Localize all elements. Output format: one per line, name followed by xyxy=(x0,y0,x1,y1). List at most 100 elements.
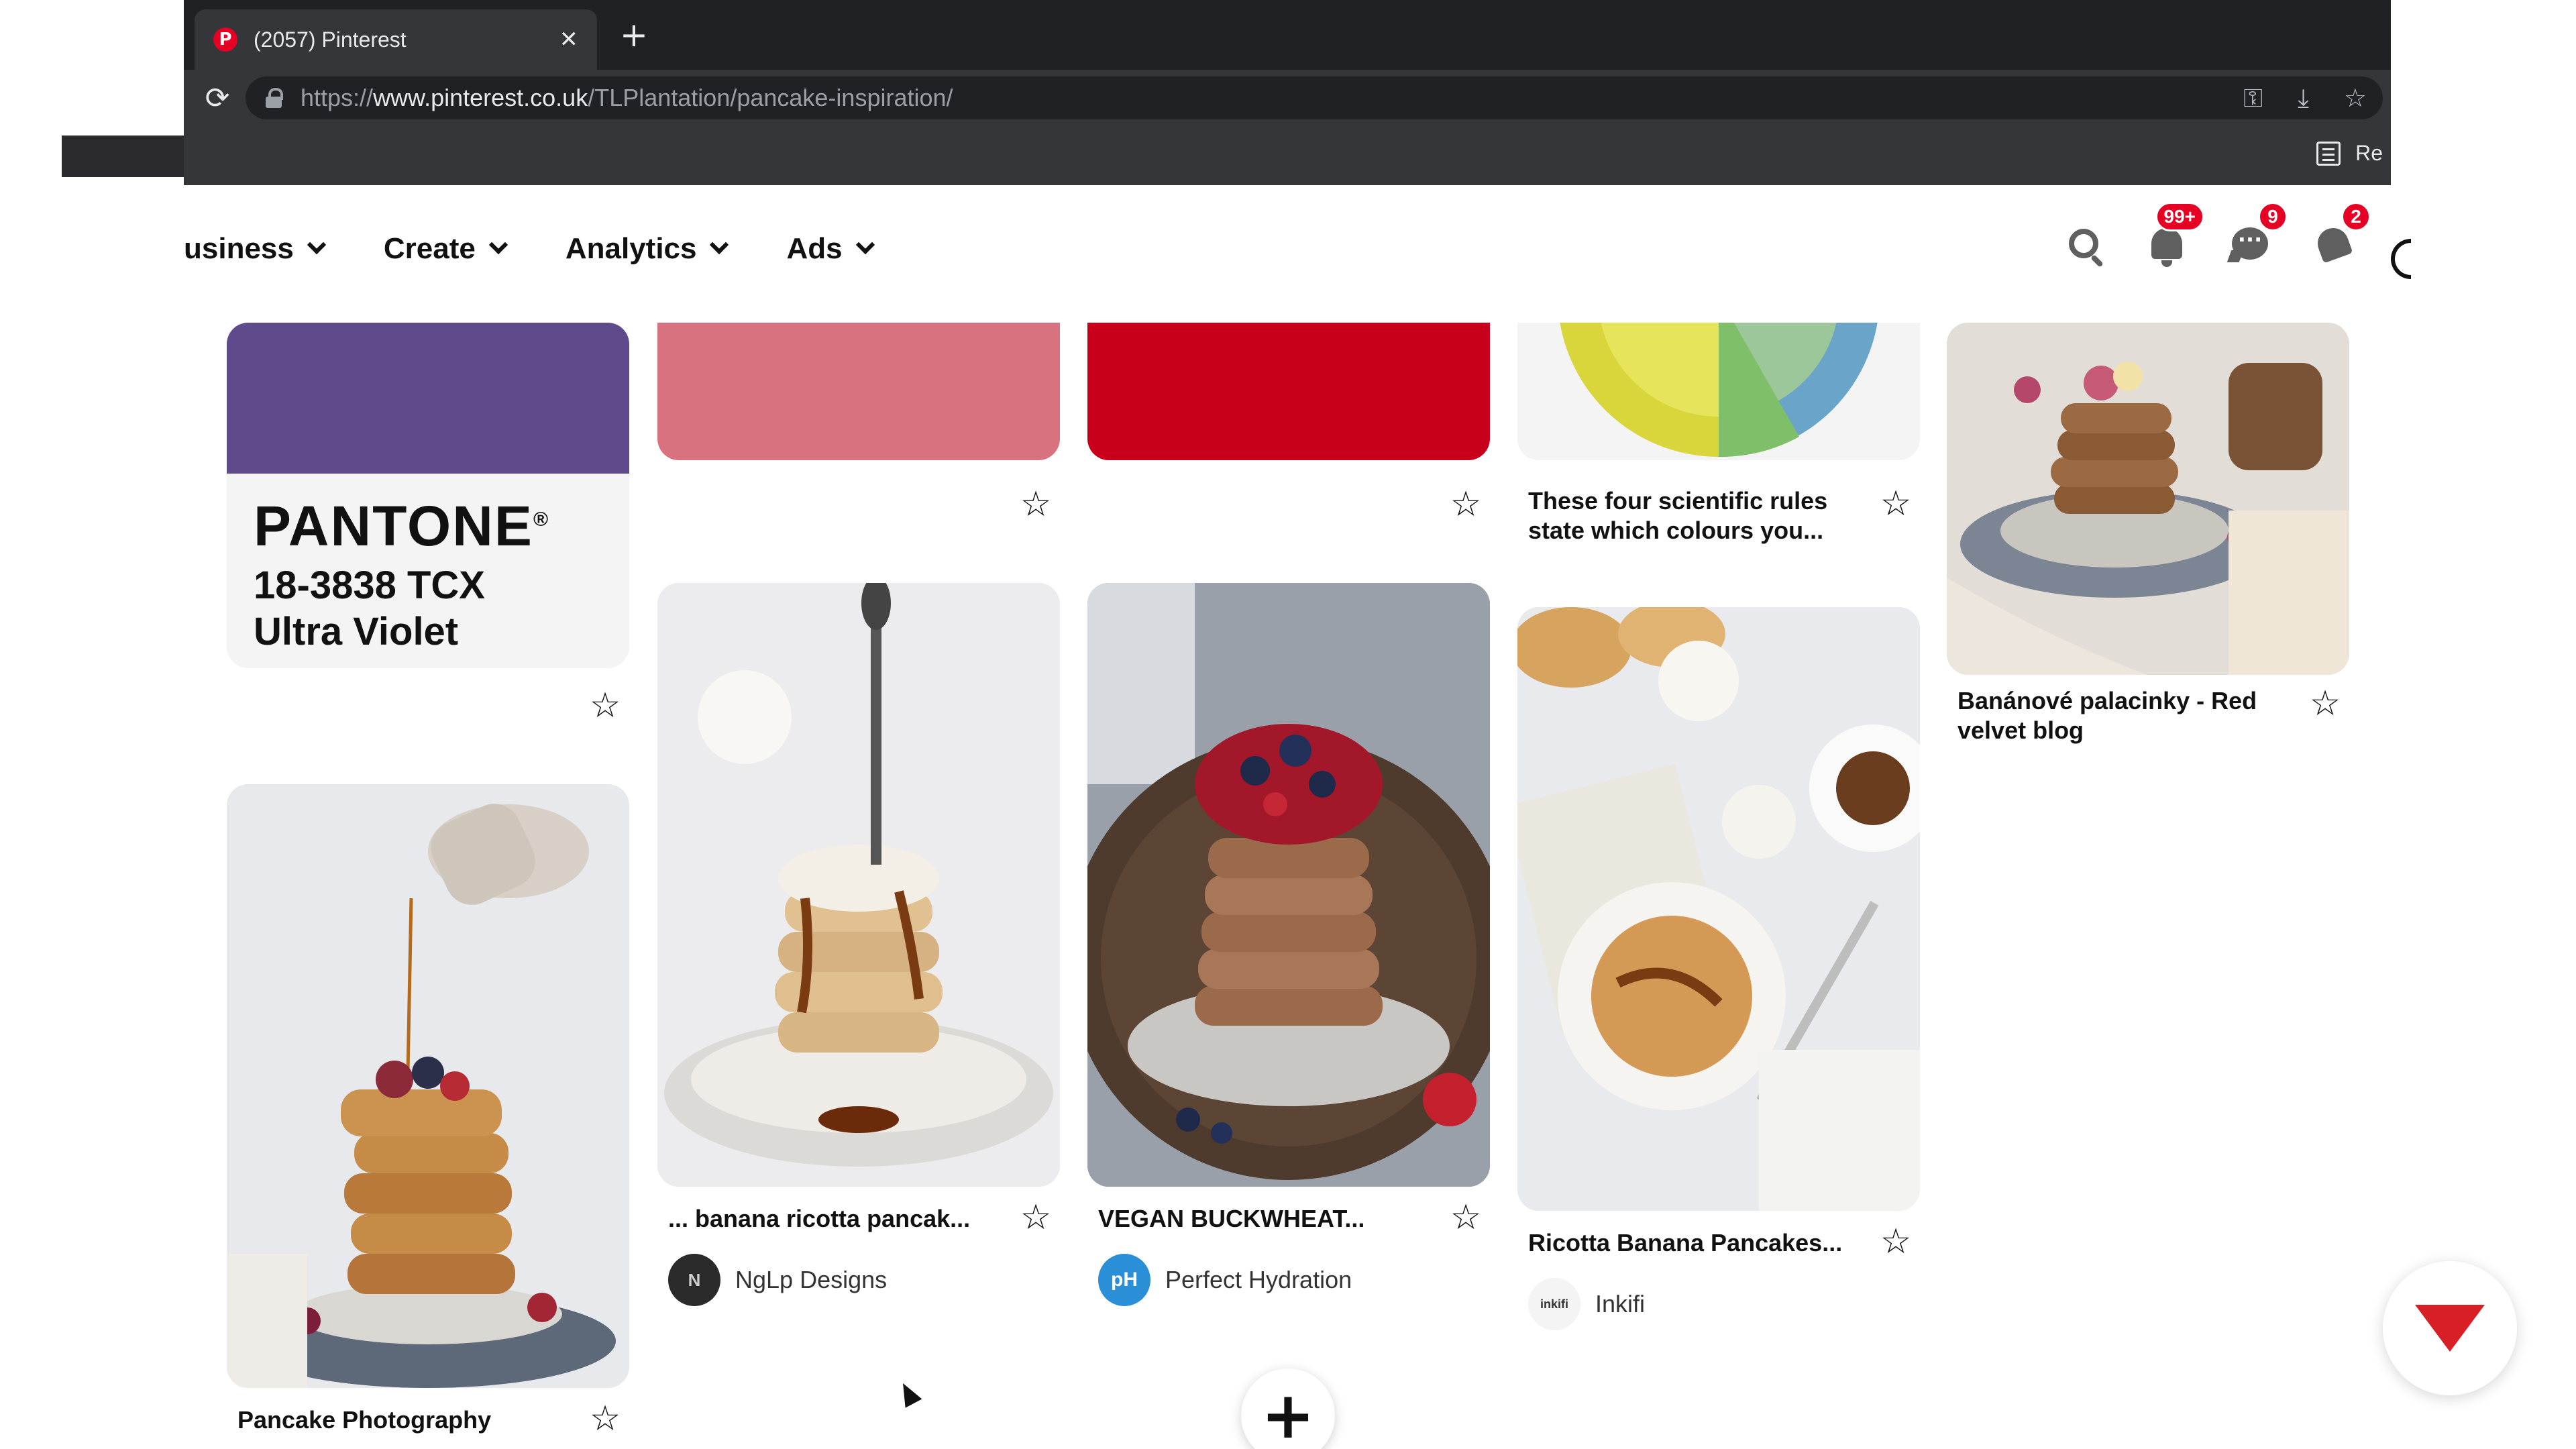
reading-list-button[interactable]: Re xyxy=(2316,141,2383,166)
nav-analytics-label: Analytics xyxy=(565,232,697,265)
bell-icon xyxy=(2151,228,2182,267)
pin-red-swatch[interactable]: ☆ xyxy=(1087,323,1490,524)
ultra-violet-swatch xyxy=(227,323,629,474)
search-icon xyxy=(2069,229,2098,258)
pin-image[interactable] xyxy=(657,323,1060,460)
notifications-badge: 99+ xyxy=(2155,202,2204,231)
pin-title[interactable]: These four scientific rules state which … xyxy=(1528,486,1864,545)
chevron-down-icon xyxy=(488,235,508,255)
pin-image[interactable] xyxy=(657,583,1060,1187)
install-icon[interactable]: ⤓ xyxy=(2298,83,2309,113)
save-star-icon[interactable]: ☆ xyxy=(1448,487,1483,522)
address-row: ⟳ https://www.pinterest.co.uk/TLPlantati… xyxy=(184,70,2391,126)
background-window-strip xyxy=(62,136,184,177)
updates-button[interactable]: 2 xyxy=(2312,202,2371,265)
nav-create[interactable]: Create xyxy=(384,232,508,266)
pin-title[interactable]: VEGAN BUCKWHEAT... xyxy=(1098,1204,1434,1234)
browser-tab[interactable]: P (2057) Pinterest ✕ xyxy=(195,9,597,70)
pin-pink-swatch[interactable]: ☆ xyxy=(657,323,1060,524)
pin-ricotta-banana[interactable]: Ricotta Banana Pancakes... ☆ inkifi Inki… xyxy=(1517,607,1920,1330)
save-star-icon[interactable]: ☆ xyxy=(1448,1200,1483,1235)
updates-badge: 2 xyxy=(2341,202,2371,231)
url-path: /TLPlantation/pancake-inspiration/ xyxy=(588,84,953,111)
pin-title[interactable]: ... banana ricotta pancak... xyxy=(668,1204,1004,1234)
pin-pantone[interactable]: PANTONE® 18-3838 TCX Ultra Violet ☆ xyxy=(227,323,629,725)
pin-feed: PANTONE® 18-3838 TCX Ultra Violet ☆ Panc… xyxy=(0,323,2576,1449)
profile-avatar[interactable] xyxy=(2391,239,2411,279)
pin-creator[interactable]: N NgLp Designs xyxy=(668,1254,887,1306)
save-star-icon[interactable]: ☆ xyxy=(1878,1224,1913,1259)
pin-image[interactable] xyxy=(227,784,629,1388)
bookmark-star-icon[interactable]: ☆ xyxy=(2344,83,2367,113)
save-star-icon[interactable]: ☆ xyxy=(1018,1200,1053,1235)
megaphone-icon xyxy=(2313,223,2353,264)
pin-image[interactable] xyxy=(1947,323,2349,675)
reading-list-icon xyxy=(2316,141,2341,166)
key-icon[interactable]: ⚿ xyxy=(2243,83,2263,113)
pin-banana-ricotta[interactable]: ... banana ricotta pancak... ☆ N NgLp De… xyxy=(657,583,1060,1306)
creator-name: Perfect Hydration xyxy=(1165,1266,1352,1293)
pin-title[interactable]: Pancake Photography xyxy=(237,1405,573,1435)
pin-image[interactable] xyxy=(1517,607,1920,1211)
tab-bar: P (2057) Pinterest ✕ + xyxy=(184,0,2391,70)
omnibox-actions: ⚿ ⤓ ☆ xyxy=(2243,76,2367,119)
lock-icon[interactable] xyxy=(264,88,284,108)
creator-avatar: inkifi xyxy=(1528,1278,1580,1330)
pin-title[interactable]: Ricotta Banana Pancakes... xyxy=(1528,1228,1864,1258)
address-bar[interactable]: https://www.pinterest.co.uk/TLPlantation… xyxy=(246,76,2383,119)
berry-pancake-photo xyxy=(1087,583,1490,1187)
save-star-icon[interactable]: ☆ xyxy=(588,1401,623,1436)
creator-name: Inkifi xyxy=(1595,1290,1646,1318)
creator-avatar: N xyxy=(668,1254,720,1306)
pantone-label: PANTONE® 18-3838 TCX Ultra Violet xyxy=(227,474,629,668)
pin-image[interactable] xyxy=(1087,583,1490,1187)
url-scheme: https:// xyxy=(301,84,374,111)
registered-mark: ® xyxy=(533,508,550,531)
notifications-button[interactable]: 99+ xyxy=(2145,202,2204,267)
header-icons: 99+ 9 2 xyxy=(2062,202,2371,267)
pin-bananove-palacinky[interactable]: Banánové palacinky - Red velvet blog ☆ xyxy=(1947,323,2349,792)
newspaper-pancake-photo xyxy=(1517,607,1920,1211)
messages-badge: 9 xyxy=(2258,202,2288,231)
pantone-brand: PANTONE xyxy=(254,494,533,557)
chevron-down-icon xyxy=(307,235,327,255)
pin-image[interactable]: PANTONE® 18-3838 TCX Ultra Violet xyxy=(227,323,629,668)
tab-title: (2057) Pinterest xyxy=(254,27,407,52)
reload-icon[interactable]: ⟳ xyxy=(184,81,251,115)
browser-chrome: P (2057) Pinterest ✕ + ⟳ https://www.pin… xyxy=(184,0,2391,185)
v-logo-icon xyxy=(2415,1305,2485,1352)
save-star-icon[interactable]: ☆ xyxy=(2308,686,2343,721)
save-star-icon[interactable]: ☆ xyxy=(1018,487,1053,522)
nav-analytics[interactable]: Analytics xyxy=(565,232,729,266)
save-star-icon[interactable]: ☆ xyxy=(1878,486,1913,521)
pin-pancake-photography[interactable]: Pancake Photography ☆ xyxy=(227,784,629,1449)
vivaldi-like-badge-button[interactable] xyxy=(2383,1261,2517,1395)
chevron-down-icon xyxy=(855,235,875,255)
pin-image[interactable] xyxy=(1517,323,1920,460)
bookmarks-bar: Re xyxy=(184,126,2391,185)
creator-avatar: pH xyxy=(1098,1254,1150,1306)
save-star-icon[interactable]: ☆ xyxy=(588,688,623,723)
new-tab-button[interactable]: + xyxy=(620,15,648,55)
messages-button[interactable]: 9 xyxy=(2229,202,2288,265)
pantone-code: 18-3838 TCX xyxy=(254,564,485,607)
nav-business[interactable]: usiness xyxy=(184,232,327,266)
pinterest-header: usiness Create Analytics Ads 99+ 9 xyxy=(184,185,2411,323)
pin-image[interactable] xyxy=(1087,323,1490,460)
pin-vegan-buckwheat[interactable]: VEGAN BUCKWHEAT... ☆ pH Perfect Hydratio… xyxy=(1087,583,1490,1306)
pin-creator[interactable]: pH Perfect Hydration xyxy=(1098,1254,1352,1306)
search-button[interactable] xyxy=(2062,222,2105,265)
pancake-stack-photo xyxy=(227,784,629,1388)
pin-title[interactable]: Banánové palacinky - Red velvet blog xyxy=(1957,686,2279,745)
colour-wheel-image xyxy=(1517,323,1920,460)
creator-name: NgLp Designs xyxy=(735,1266,888,1293)
close-tab-icon[interactable]: ✕ xyxy=(559,26,579,53)
pin-creator[interactable]: inkifi Inkifi xyxy=(1528,1278,1645,1330)
pin-colour-wheel[interactable]: These four scientific rules state which … xyxy=(1517,323,1920,564)
header-nav: usiness Create Analytics Ads xyxy=(184,232,932,266)
nav-ads-label: Ads xyxy=(786,232,843,265)
url-host: www.pinterest.co.uk xyxy=(373,84,588,111)
reading-list-label: Re xyxy=(2355,141,2383,165)
nav-ads[interactable]: Ads xyxy=(786,232,875,266)
nav-business-label: usiness xyxy=(184,232,294,265)
